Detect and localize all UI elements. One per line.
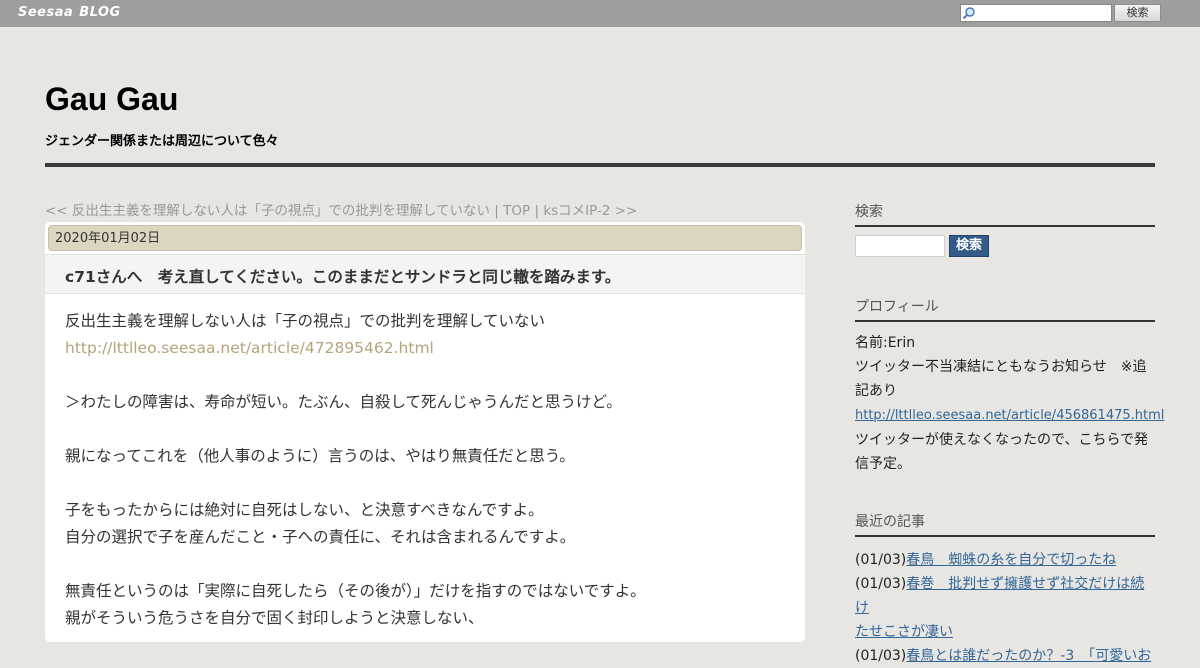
body-line: 親がそういう危うさを自分で固く封印しようと決意しない、 bbox=[65, 609, 484, 627]
body-line bbox=[65, 416, 785, 443]
nav-separator: | bbox=[490, 203, 504, 219]
recent-link[interactable]: たせこさが凄い bbox=[855, 624, 953, 640]
logo-seesaa-text: Seesaa bbox=[18, 5, 74, 20]
logo-blog-text: BLOG bbox=[79, 5, 121, 20]
sidebar-search-button[interactable]: 検索 bbox=[949, 235, 989, 257]
body-line: ＞わたしの障害は、寿命が短い。たぶん、自殺して死んじゃうんだと思うけど。 bbox=[65, 393, 622, 411]
profile-link[interactable]: http://lttlleo.seesaa.net/article/456861… bbox=[855, 408, 1164, 423]
recent-item-continued: たせこさが凄い bbox=[855, 620, 1155, 644]
profile-heading: プロフィール bbox=[855, 296, 1155, 322]
recent-item: (01/03)春鳥とは誰だったのか？-3 「可愛いお bbox=[855, 644, 1155, 668]
body-line: 無責任というのは「実際に自死したら（その後が）」だけを指すのではないですよ。 bbox=[65, 582, 646, 600]
body-link-line: http://lttlleo.seesaa.net/article/472895… bbox=[65, 335, 785, 362]
top-bar: Seesaa BLOG 検索 bbox=[0, 0, 1200, 27]
profile-notice: 信予定。 bbox=[855, 456, 911, 472]
recent-date: (01/03) bbox=[855, 648, 907, 664]
body-line bbox=[65, 470, 785, 497]
article-title[interactable]: c71さんへ 考え直してください。このままだとサンドラと同じ轍を踏みます。 bbox=[65, 265, 620, 287]
article-nav: << 反出生主義を理解しない人は「子の視点」での批判を理解していない | TOP… bbox=[45, 199, 637, 219]
top-search-button[interactable]: 検索 bbox=[1114, 4, 1161, 22]
body-line bbox=[65, 362, 785, 389]
body-line: 自分の選択で子を産んだこと・子への責任に、それは含まれるんですよ。 bbox=[65, 528, 576, 546]
prev-article-link[interactable]: << 反出生主義を理解しない人は「子の視点」での批判を理解していない bbox=[45, 203, 490, 219]
article-link[interactable]: http://lttlleo.seesaa.net/article/472895… bbox=[65, 339, 434, 357]
sidebar-recent-posts: 最近の記事 (01/03)春鳥 蜘蛛の糸を自分で切ったね (01/03)春巻 批… bbox=[855, 511, 1155, 668]
article-body: 反出生主義を理解しない人は「子の視点」での批判を理解していない http://l… bbox=[65, 308, 785, 632]
top-search-field[interactable] bbox=[960, 4, 1112, 22]
top-search-input[interactable] bbox=[977, 5, 1109, 21]
search-icon bbox=[962, 7, 975, 20]
recent-link[interactable]: 春鳥 蜘蛛の糸を自分で切ったね bbox=[906, 552, 1116, 568]
seesaa-blog-logo[interactable]: Seesaa BLOG bbox=[18, 5, 121, 20]
body-line: 反出生主義を理解しない人は「子の視点」での批判を理解していない bbox=[65, 312, 546, 330]
recent-date: (01/03) bbox=[855, 576, 907, 592]
body-line: 子をもったからには絶対に自死はしない、と決意すべきなんですよ。 bbox=[65, 501, 544, 519]
blog-description: ジェンダー関係または周辺について色々 bbox=[45, 134, 279, 149]
recent-item: (01/03)春巻 批判せず擁護せず社交だけは続け bbox=[855, 572, 1155, 620]
recent-item: (01/03)春鳥 蜘蛛の糸を自分で切ったね bbox=[855, 548, 1155, 572]
header-divider bbox=[45, 163, 1155, 167]
sidebar-search: 検索 検索 bbox=[855, 201, 1155, 257]
sidebar-profile: プロフィール 名前:Erin ツイッター不当凍結にともなうお知らせ ※追 記あり… bbox=[855, 296, 1164, 476]
body-line bbox=[65, 551, 785, 578]
sidebar-search-heading: 検索 bbox=[855, 201, 1155, 227]
profile-notice: 記あり bbox=[855, 383, 897, 399]
sidebar-search-input[interactable] bbox=[855, 235, 945, 257]
recent-heading: 最近の記事 bbox=[855, 511, 1155, 537]
nav-separator: | bbox=[530, 203, 544, 219]
blog-title[interactable]: Gau Gau bbox=[45, 81, 178, 118]
next-article-link[interactable]: ksコメIP-2 >> bbox=[543, 203, 637, 219]
recent-date: (01/03) bbox=[855, 552, 907, 568]
top-link[interactable]: TOP bbox=[503, 203, 530, 219]
body-line: 親になってこれを（他人事のように）言うのは、やはり無責任だと思う。 bbox=[65, 447, 575, 465]
article-date: 2020年01月02日 bbox=[48, 225, 802, 251]
profile-notice: ツイッターが使えなくなったので、こちらで発 bbox=[855, 432, 1149, 448]
profile-content: 名前:Erin ツイッター不当凍結にともなうお知らせ ※追 記あり http:/… bbox=[855, 331, 1164, 476]
article-title-bar: c71さんへ 考え直してください。このままだとサンドラと同じ轍を踏みます。 bbox=[45, 254, 805, 294]
profile-name: 名前:Erin bbox=[855, 335, 916, 351]
profile-notice: ツイッター不当凍結にともなうお知らせ ※追 bbox=[855, 359, 1147, 375]
article: 2020年01月02日 c71さんへ 考え直してください。このままだとサンドラと… bbox=[45, 222, 805, 642]
recent-list: (01/03)春鳥 蜘蛛の糸を自分で切ったね (01/03)春巻 批判せず擁護せ… bbox=[855, 548, 1155, 668]
recent-link[interactable]: 春鳥とは誰だったのか？-3 「可愛いお bbox=[906, 648, 1151, 664]
